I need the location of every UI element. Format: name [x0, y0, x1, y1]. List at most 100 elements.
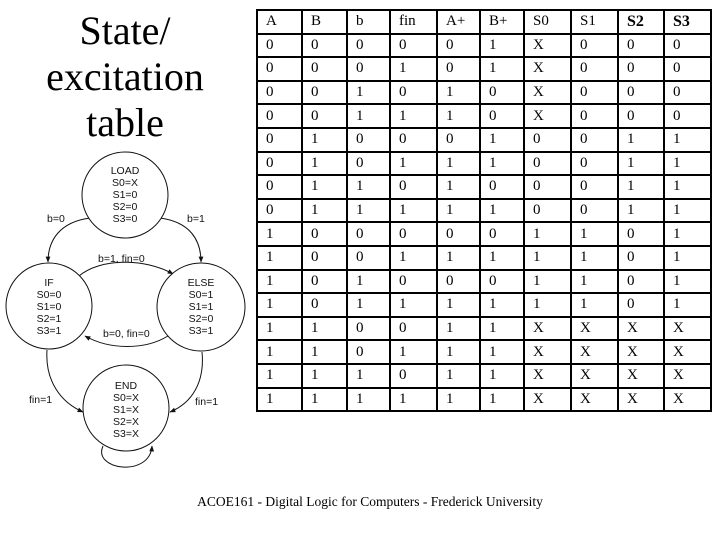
table-cell: 0	[346, 315, 391, 342]
table-cell: 0	[301, 268, 348, 295]
table-cell: 0	[346, 32, 391, 59]
state-output: S3=0	[113, 213, 138, 225]
table-cell: 1	[436, 386, 481, 413]
table-cell: 1	[346, 268, 391, 295]
table-cell: 1	[479, 386, 525, 413]
title-line: State/	[79, 8, 171, 53]
table-cell: 1	[523, 268, 572, 295]
table-cell: X	[570, 386, 619, 413]
table-cell: 1	[346, 362, 391, 389]
table-cell: 1	[663, 174, 712, 200]
transition-if-end	[46, 349, 84, 413]
table-cell: X	[523, 32, 572, 59]
table-cell: 0	[346, 221, 391, 247]
table-cell: 1	[436, 244, 481, 271]
state-output: S1=0	[37, 301, 62, 313]
excitation-table: A B b fin A+ B+ S0 S1 S2 S3 000001X00000…	[256, 9, 712, 413]
table-cell: 0	[570, 174, 619, 200]
table-cell: 0	[301, 103, 348, 129]
table-cell: 0	[256, 79, 303, 106]
table-row: 1010001101	[256, 268, 712, 295]
table-cell: 0	[436, 126, 481, 153]
column-header: S1	[570, 9, 619, 35]
table-cell: 1	[617, 197, 665, 224]
table-cell: X	[570, 362, 619, 389]
table-cell: 1	[389, 339, 438, 365]
table-cell: 0	[663, 32, 712, 59]
transition-label: b=1	[187, 213, 205, 225]
transition-label: b=0, fin=0	[103, 328, 150, 340]
table-cell: 0	[570, 150, 619, 177]
table-cell: X	[617, 339, 665, 365]
table-cell: 1	[346, 103, 391, 129]
table-cell: 1	[570, 268, 619, 295]
state-load: LOAD S0=X S1=0 S2=0 S3=0	[81, 151, 169, 239]
table-cell: 1	[663, 197, 712, 224]
table-cell: 1	[436, 150, 481, 177]
table-cell: X	[523, 315, 572, 342]
table-cell: 0	[301, 221, 348, 247]
table-cell: 0	[301, 79, 348, 106]
table-cell: 0	[301, 292, 348, 318]
table-cell: 0	[389, 362, 438, 389]
table-cell: X	[523, 103, 572, 129]
slide-footer: ACOE161 - Digital Logic for Computers - …	[197, 494, 543, 509]
table-cell: 0	[570, 197, 619, 224]
table-cell: 1	[436, 103, 481, 129]
table-cell: 0	[479, 174, 525, 200]
table-cell: X	[570, 339, 619, 365]
table-cell: 0	[389, 174, 438, 200]
table-cell: 0	[617, 268, 665, 295]
table-cell: 1	[479, 362, 525, 389]
table-cell: 1	[256, 221, 303, 247]
table-cell: 0	[523, 150, 572, 177]
column-header: S0	[523, 9, 572, 35]
table-cell: X	[617, 315, 665, 342]
column-header: A	[256, 9, 303, 35]
state-output: S1=X	[113, 404, 139, 416]
table-cell: 0	[617, 244, 665, 271]
table-cell: 1	[301, 126, 348, 153]
table-row: 110111XXXX	[256, 339, 712, 365]
table-cell: 0	[617, 56, 665, 82]
table-cell: 0	[346, 244, 391, 271]
table-cell: 0	[617, 79, 665, 106]
table-row: 1000001101	[256, 221, 712, 247]
state-output: S3=1	[189, 325, 214, 337]
table-cell: 1	[346, 292, 391, 318]
table-cell: 0	[301, 244, 348, 271]
table-cell: 0	[617, 221, 665, 247]
transition-label: b=1, fin=0	[98, 253, 145, 265]
table-cell: 1	[479, 197, 525, 224]
column-header: B+	[479, 9, 525, 35]
table-cell: 0	[570, 103, 619, 129]
table-cell: 0	[389, 268, 438, 295]
table-cell: 1	[617, 150, 665, 177]
table-cell: 1	[389, 103, 438, 129]
state-name: END	[115, 380, 138, 392]
table-cell: X	[523, 79, 572, 106]
table-cell: 1	[479, 315, 525, 342]
table-cell: 1	[256, 292, 303, 318]
table-cell: 0	[346, 150, 391, 177]
table-cell: 1	[663, 126, 712, 153]
state-name: IF	[44, 277, 53, 289]
table-cell: 1	[479, 126, 525, 153]
table-cell: 0	[479, 79, 525, 106]
table-cell: 0	[663, 79, 712, 106]
table-cell: 0	[301, 32, 348, 59]
table-cell: X	[570, 315, 619, 342]
state-end: END S0=X S1=X S2=X S3=X	[82, 364, 170, 452]
table-cell: 1	[301, 197, 348, 224]
table-cell: 0	[256, 174, 303, 200]
table-cell: 1	[389, 56, 438, 82]
table-cell: 0	[389, 79, 438, 106]
title-line: excitation	[46, 54, 204, 99]
transition-label: fin=1	[195, 396, 218, 408]
state-name: LOAD	[111, 165, 140, 177]
table-cell: 1	[663, 221, 712, 247]
table-cell: 1	[523, 221, 572, 247]
table-row: 000101X000	[256, 56, 712, 82]
title-line: table	[86, 100, 164, 145]
table-cell: 0	[256, 197, 303, 224]
